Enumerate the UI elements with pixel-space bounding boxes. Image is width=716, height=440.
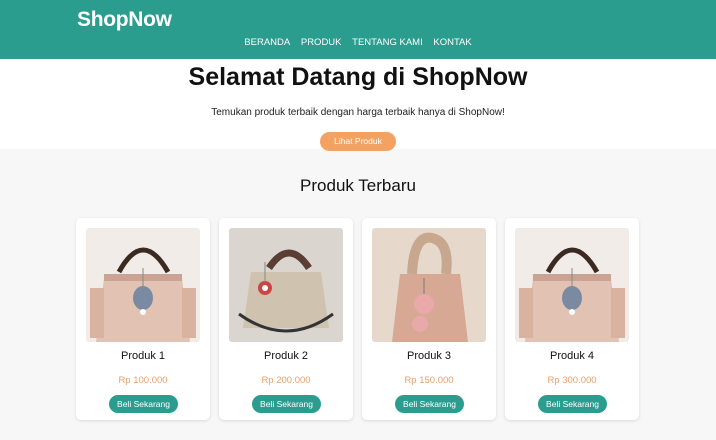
nav-produk[interactable]: PRODUK [301, 37, 342, 48]
site-header: ShopNow BERANDA PRODUK TENTANG KAMI KONT… [0, 0, 716, 59]
product-card-4: Produk 4 Rp 300.000 Beli Sekarang [505, 218, 639, 420]
product-price: Rp 300.000 [547, 375, 597, 386]
buy-now-button[interactable]: Beli Sekarang [395, 395, 464, 413]
product-image-2[interactable] [229, 228, 343, 342]
buy-now-button[interactable]: Beli Sekarang [538, 395, 607, 413]
logo[interactable]: ShopNow [77, 8, 172, 32]
product-card-1: Produk 1 Rp 100.000 Beli Sekarang [76, 218, 210, 420]
hero-subtitle: Temukan produk terbaik dengan harga terb… [211, 107, 505, 118]
product-name: Produk 3 [406, 350, 452, 362]
hero-section: Selamat Datang di ShopNow Temukan produk… [0, 59, 716, 151]
buy-now-button[interactable]: Beli Sekarang [109, 395, 178, 413]
nav-tentang-kami[interactable]: TENTANG KAMI [352, 37, 423, 48]
product-name: Produk 2 [263, 350, 309, 362]
product-card-2: Produk 2 Rp 200.000 Beli Sekarang [219, 218, 353, 420]
product-price: Rp 150.000 [404, 375, 454, 386]
nav-kontak[interactable]: KONTAK [433, 37, 471, 48]
product-image-3[interactable] [372, 228, 486, 342]
product-image-1[interactable] [86, 228, 200, 342]
section-title: Produk Terbaru [300, 176, 416, 195]
buy-now-button[interactable]: Beli Sekarang [252, 395, 321, 413]
product-name: Produk 4 [549, 350, 595, 362]
product-price: Rp 100.000 [118, 375, 168, 386]
product-name: Produk 1 [120, 350, 166, 362]
hero-title: Selamat Datang di ShopNow [188, 63, 528, 91]
nav-beranda[interactable]: BERANDA [244, 37, 290, 48]
view-products-button[interactable]: Lihat Produk [320, 132, 396, 151]
main-nav: BERANDA PRODUK TENTANG KAMI KONTAK [0, 37, 716, 48]
product-price: Rp 200.000 [261, 375, 311, 386]
product-card-3: Produk 3 Rp 150.000 Beli Sekarang [362, 218, 496, 420]
product-image-4[interactable] [515, 228, 629, 342]
